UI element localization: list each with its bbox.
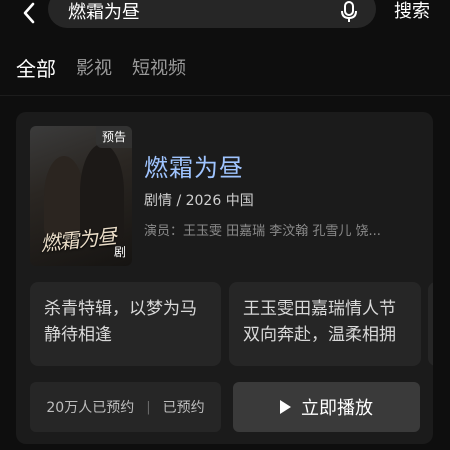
tabs-divider — [0, 95, 450, 96]
highlight-text: 杀青特辑，以梦为马静待相逢 — [44, 299, 197, 345]
play-now-label: 立即播放 — [301, 398, 373, 419]
search-input[interactable] — [68, 0, 332, 24]
highlight-tile-partial[interactable] — [428, 282, 433, 366]
result-meta: 剧情 / 2026 中国 — [144, 193, 254, 209]
result-card[interactable]: 预告 燃霜为昼 剧 燃霜为昼 剧情 / 2026 中国 演员：王玉雯 田嘉瑞 李… — [16, 112, 433, 444]
reservation-separator: | — [146, 399, 151, 415]
trailer-badge: 预告 — [95, 126, 132, 148]
search-bar — [48, 0, 376, 28]
tab-all[interactable]: 全部 — [16, 53, 56, 82]
poster-image[interactable]: 预告 燃霜为昼 剧 — [30, 126, 132, 266]
back-button[interactable] — [14, 0, 44, 26]
search-results-page: 搜索 全部 影视 短视频 预告 燃霜为昼 剧 燃霜为昼 剧情 / 2026 中国… — [0, 0, 450, 450]
reservation-count: 20万人已预约 — [46, 400, 135, 416]
highlight-text: 王玉雯田嘉瑞情人节双向奔赴，温柔相拥 — [243, 299, 396, 345]
voice-search-button[interactable] — [338, 0, 360, 24]
reservation-state: 已预约 — [162, 400, 205, 416]
microphone-icon — [341, 1, 357, 22]
highlight-tile[interactable]: 王玉雯田嘉瑞情人节双向奔赴，温柔相拥 — [229, 282, 421, 366]
play-icon — [280, 400, 291, 414]
poster-genre-label: 剧 — [113, 245, 126, 259]
play-now-button[interactable]: 立即播放 — [233, 382, 420, 432]
search-button[interactable]: 搜索 — [394, 0, 430, 24]
reservation-status[interactable]: 20万人已预约 | 已预约 — [30, 382, 221, 432]
result-cast: 演员：王玉雯 田嘉瑞 李汶翰 孔雪儿 饶... — [144, 224, 381, 239]
result-title[interactable]: 燃霜为昼 — [144, 148, 244, 183]
tab-short-video[interactable]: 短视频 — [132, 54, 186, 80]
tab-film-tv[interactable]: 影视 — [76, 54, 112, 80]
chevron-left-icon — [23, 2, 35, 24]
highlight-tile[interactable]: 杀青特辑，以梦为马静待相逢 — [30, 282, 221, 366]
result-tabs: 全部 影视 短视频 — [16, 52, 206, 82]
